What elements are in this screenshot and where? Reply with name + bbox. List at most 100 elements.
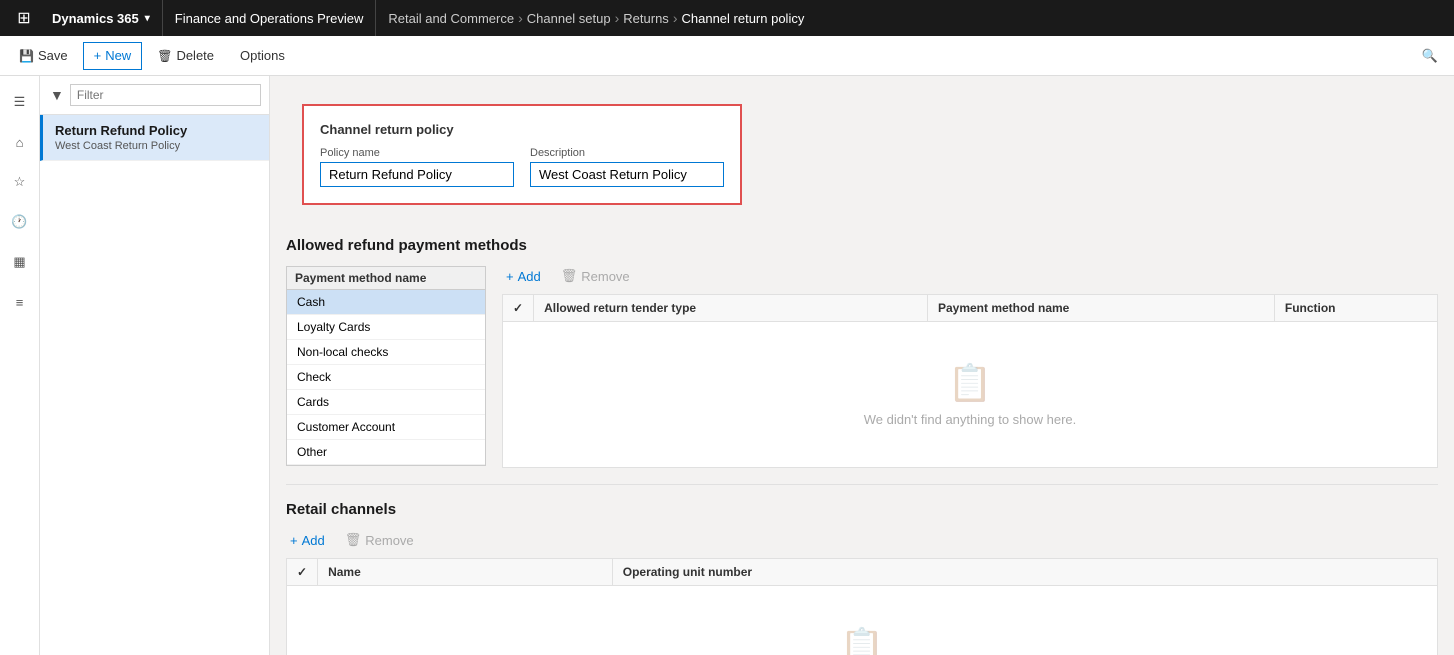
refund-table: ✓ Allowed return tender type Payment met…	[502, 294, 1438, 322]
policy-name-field: Policy name	[320, 147, 514, 187]
refund-table-actions: + Add 🗑 Remove	[502, 266, 1438, 286]
breadcrumb-returns[interactable]: Returns	[623, 11, 669, 26]
sidebar-icons: ☰ ⌂ ☆ 🕐 ▦ ≡	[0, 76, 40, 655]
refund-remove-button[interactable]: 🗑 Remove	[557, 266, 634, 286]
star-icon: ☆	[14, 174, 26, 190]
channels-empty-icon: 📋	[307, 626, 1417, 655]
breadcrumb-channel[interactable]: Channel setup	[527, 11, 611, 26]
breadcrumb: Retail and Commerce › Channel setup › Re…	[376, 10, 1446, 26]
refund-empty-text: We didn't find anything to show here.	[523, 412, 1417, 427]
options-button[interactable]: Options	[229, 42, 296, 70]
calendar-icon-btn[interactable]: ▦	[2, 244, 38, 280]
delete-button[interactable]: 🗑 Delete	[146, 42, 225, 70]
search-button[interactable]: 🔍	[1414, 43, 1446, 68]
delete-icon: 🗑	[157, 49, 172, 63]
payment-list-item[interactable]: Non-local checks	[287, 340, 485, 365]
options-label: Options	[240, 48, 285, 63]
refund-col-check: ✓	[503, 295, 534, 322]
payment-list-item[interactable]: Customer Account	[287, 415, 485, 440]
payment-list-wrapper: Payment method name CashLoyalty CardsNon…	[286, 266, 486, 468]
refund-add-button[interactable]: + Add	[502, 267, 545, 286]
save-button[interactable]: 💾 Save	[8, 42, 79, 70]
refund-remove-label: Remove	[581, 269, 629, 284]
description-label: Description	[530, 147, 724, 159]
refund-add-label: Add	[518, 269, 541, 284]
delete-label: Delete	[176, 48, 214, 63]
filter-input[interactable]	[70, 84, 261, 106]
refund-add-icon: +	[506, 269, 514, 284]
channels-col-check: ✓	[287, 559, 318, 586]
payment-list-item[interactable]: Check	[287, 365, 485, 390]
form-row: Policy name Description	[320, 147, 724, 187]
list-items: Return Refund Policy West Coast Return P…	[40, 115, 269, 655]
payment-list: CashLoyalty CardsNon-local checksCheckCa…	[286, 289, 486, 466]
channels-col-unit: Operating unit number	[612, 559, 1437, 586]
channels-remove-label: Remove	[365, 533, 413, 548]
allowed-refund-section: Allowed refund payment methods Payment m…	[270, 221, 1454, 484]
allowed-refund-title: Allowed refund payment methods	[286, 237, 1438, 254]
payment-list-item[interactable]: Cards	[287, 390, 485, 415]
new-button[interactable]: + New	[83, 42, 143, 70]
filter-icon-btn[interactable]: ▼	[48, 85, 66, 105]
form-card-title: Channel return policy	[320, 122, 724, 137]
save-label: Save	[38, 48, 68, 63]
list-panel: ▼ Return Refund Policy West Coast Return…	[40, 76, 270, 655]
save-icon: 💾	[19, 49, 34, 63]
list-icon: ≡	[16, 295, 24, 310]
channels-remove-button[interactable]: 🗑 Remove	[341, 530, 418, 550]
module-name: Finance and Operations Preview	[163, 0, 377, 36]
search-icon: 🔍	[1422, 48, 1438, 63]
payment-list-item[interactable]: Cash	[287, 290, 485, 315]
home-icon: ⌂	[16, 135, 24, 150]
refund-remove-icon: 🗑	[561, 268, 578, 284]
top-nav: ⊞ Dynamics 365 ▾ Finance and Operations …	[0, 0, 1454, 36]
app-name-chevron: ▾	[145, 13, 150, 24]
refund-col-function: Function	[1274, 295, 1437, 322]
new-icon: +	[94, 48, 102, 63]
menu-icon-btn[interactable]: ☰	[2, 84, 38, 120]
channels-empty-state: 📋 We didn't find anything to show here.	[286, 586, 1438, 655]
new-label: New	[105, 48, 131, 63]
retail-channels-title: Retail channels	[286, 501, 1438, 518]
policy-name-input[interactable]	[320, 162, 514, 187]
channels-col-name: Name	[318, 559, 613, 586]
list-item[interactable]: Return Refund Policy West Coast Return P…	[40, 115, 269, 161]
refund-empty-icon: 📋	[523, 362, 1417, 404]
description-field: Description	[530, 147, 724, 187]
payment-list-item[interactable]: Loyalty Cards	[287, 315, 485, 340]
calendar-icon: ▦	[13, 254, 25, 270]
clock-icon-btn[interactable]: 🕐	[2, 204, 38, 240]
retail-channels-section: Retail channels + Add 🗑 Remove ✓ Name Op…	[270, 485, 1454, 655]
channels-add-label: Add	[302, 533, 325, 548]
form-card: Channel return policy Policy name Descri…	[302, 104, 742, 205]
grid-icon-btn[interactable]: ⊞	[8, 0, 40, 36]
policy-name-label: Policy name	[320, 147, 514, 159]
main-layout: ☰ ⌂ ☆ 🕐 ▦ ≡ ▼ Return Refund Policy West …	[0, 76, 1454, 655]
right-table-area: + Add 🗑 Remove ✓ Allowed return tend	[502, 266, 1438, 468]
content-area: Channel return policy Policy name Descri…	[270, 76, 1454, 655]
list-icon-btn[interactable]: ≡	[2, 284, 38, 320]
payment-list-item[interactable]: Other	[287, 440, 485, 465]
breadcrumb-policy: Channel return policy	[681, 11, 804, 26]
payment-methods-container: Payment method name CashLoyalty CardsNon…	[286, 266, 1438, 468]
app-name-label: Dynamics 365	[52, 11, 139, 26]
clock-icon: 🕐	[11, 214, 27, 230]
refund-col-tender: Allowed return tender type	[534, 295, 928, 322]
star-icon-btn[interactable]: ☆	[2, 164, 38, 200]
action-bar: 💾 Save + New 🗑 Delete Options 🔍	[0, 36, 1454, 76]
payment-list-header: Payment method name	[286, 266, 486, 289]
channels-table: ✓ Name Operating unit number	[286, 558, 1438, 586]
home-icon-btn[interactable]: ⌂	[2, 124, 38, 160]
channels-add-button[interactable]: + Add	[286, 531, 329, 550]
refund-col-payment: Payment method name	[927, 295, 1274, 322]
app-name-section[interactable]: Dynamics 365 ▾	[40, 0, 163, 36]
channels-remove-icon: 🗑	[345, 532, 362, 548]
breadcrumb-retail[interactable]: Retail and Commerce	[388, 11, 514, 26]
menu-icon: ☰	[14, 94, 26, 110]
description-input[interactable]	[530, 162, 724, 187]
refund-empty-state: 📋 We didn't find anything to show here.	[502, 322, 1438, 468]
list-item-subtitle: West Coast Return Policy	[55, 140, 257, 152]
channels-add-icon: +	[290, 533, 298, 548]
channels-table-actions: + Add 🗑 Remove	[286, 530, 1438, 550]
grid-icon: ⊞	[17, 8, 30, 28]
